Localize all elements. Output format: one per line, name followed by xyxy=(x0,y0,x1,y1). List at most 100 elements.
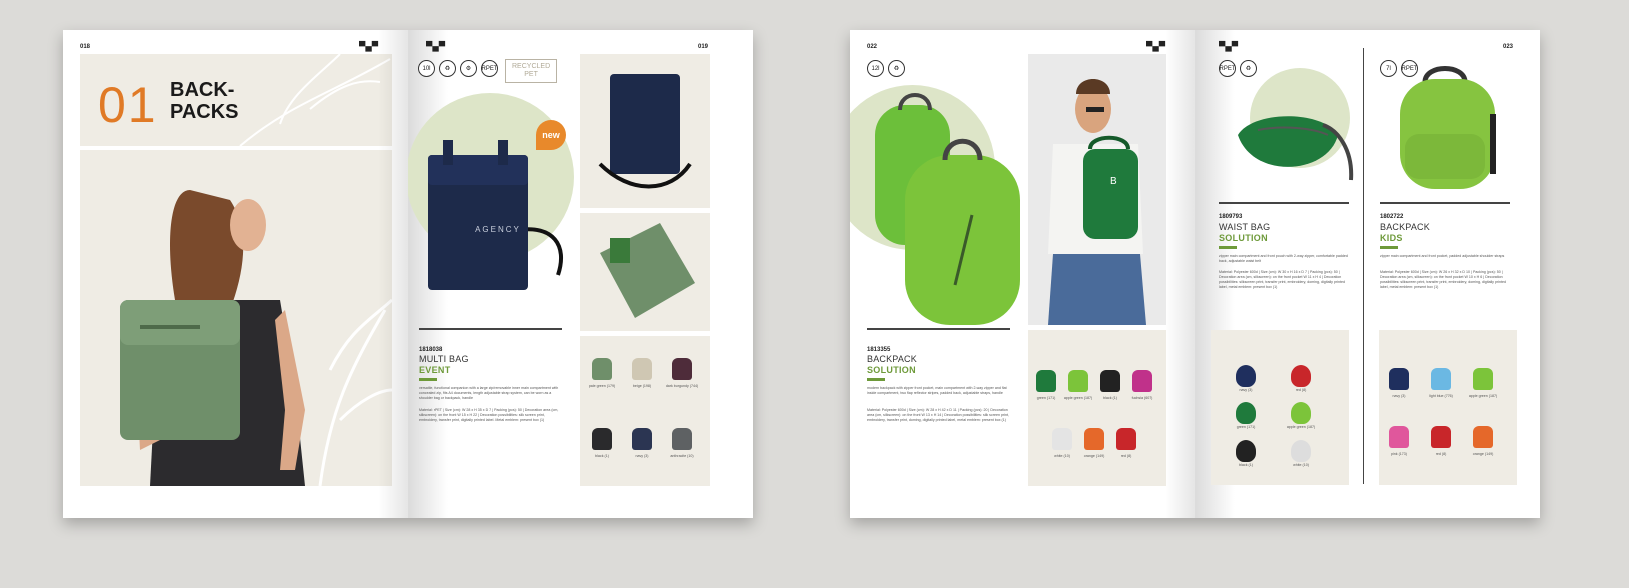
swatch-label: navy (3) xyxy=(635,454,649,458)
swatch-3 xyxy=(1132,370,1152,392)
column-divider xyxy=(1363,48,1364,484)
swatch-label: orange (149) xyxy=(1472,452,1494,456)
feature-icons: 12l ♻ xyxy=(867,60,905,77)
color-swatch-panel-b: navy (3) light blue (776) apple green (1… xyxy=(1379,330,1517,485)
swatch-label: pink (173) xyxy=(1391,452,1407,456)
swatch-1 xyxy=(1068,370,1088,392)
swatch-label: black (1) xyxy=(1239,463,1253,467)
accent-bar xyxy=(1380,246,1398,249)
recycle-icon: ♻ xyxy=(888,60,905,77)
kids-backpack-product-image xyxy=(1400,66,1496,189)
product-specs: Material: rPET | Size (cm): W 28 x H 35 … xyxy=(419,408,559,422)
swatch-label: light blue (776) xyxy=(1429,394,1453,398)
product-description: zipper main compartment and front pocket… xyxy=(1380,254,1505,258)
swatch-3 xyxy=(592,428,612,450)
page-018: 018 ▀▄▀ 01 BACK- PACKS xyxy=(63,30,408,518)
feature-icons: 10l ♻ ⚙ RPET xyxy=(418,60,498,77)
swatch-label: green (171) xyxy=(1236,425,1256,429)
lifestyle-image: B xyxy=(1048,79,1146,325)
swatch-label: white (10) xyxy=(1293,463,1309,467)
swatch-5 xyxy=(1291,440,1311,462)
swatch-0 xyxy=(1236,365,1256,387)
swatch-1 xyxy=(1291,365,1311,387)
product-description: modern backpack with zipper front pocket… xyxy=(867,386,1007,395)
accent-bar xyxy=(1219,246,1237,249)
color-swatch-panel: green (171) apple green (187) black (1) … xyxy=(1028,330,1166,486)
product-name: BACKPACK xyxy=(867,354,917,364)
section-number: 01 xyxy=(98,77,158,133)
swatch-label: black (1) xyxy=(595,454,609,458)
swatch-label: fuchsia (607) xyxy=(1131,396,1153,400)
product-specs: Material: Polyester 600d | Size (cm): W … xyxy=(867,408,1009,422)
volume-icon: 10l xyxy=(418,60,435,77)
brand-logo-icon: ▀▄▀ xyxy=(359,41,379,51)
page-gutter-shadow xyxy=(378,30,408,518)
swatch-label: navy (3) xyxy=(1392,394,1406,398)
brand-logo-icon: ▀▄▀ xyxy=(1219,41,1239,51)
swatch-6 xyxy=(1116,428,1136,450)
product-specs: Material: Polyester 600d | Size (cm): W … xyxy=(1380,270,1506,289)
page-number: 019 xyxy=(698,44,709,50)
page-019: ▀▄▀ 019 10l ♻ ⚙ RPET RECYCLED PET new AG… xyxy=(408,30,753,518)
swatch-2 xyxy=(1100,370,1120,392)
product-subname: SOLUTION xyxy=(867,365,916,375)
product-description: versatile, functional companion with a l… xyxy=(419,386,559,400)
swatch-5 xyxy=(1084,428,1104,450)
catalog-spread-2: 022 ▀▄▀ 12l ♻ B 1813355 BACKPACK SOLUTIO… xyxy=(850,30,1540,518)
swatch-5 xyxy=(672,428,692,450)
swatch-label: dark burgundy (744) xyxy=(665,384,699,388)
recycle-icon: ♻ xyxy=(1240,60,1257,77)
product-divider xyxy=(1219,202,1349,204)
section-title: BACK- PACKS xyxy=(170,79,239,123)
product-detail-photo-2 xyxy=(580,213,710,331)
brand-logo-icon: ▀▄▀ xyxy=(426,41,446,51)
accent-bar xyxy=(419,378,437,381)
section-header: 01 BACK- PACKS xyxy=(80,54,392,146)
color-swatch-panel: pale green (179) beige (198) dark burgun… xyxy=(580,336,710,486)
swatch-0 xyxy=(592,358,612,380)
product-code: 1813355 xyxy=(867,347,891,353)
product-name: WAIST BAG xyxy=(1219,222,1271,232)
product-specs: Material: Polyester 600d | Size (cm): W … xyxy=(1219,270,1345,289)
product-detail-photo-1 xyxy=(580,54,710,208)
volume-icon: 12l xyxy=(867,60,884,77)
product-divider xyxy=(1380,202,1510,204)
rpet-icon: RPET xyxy=(1219,60,1236,77)
swatch-label: beige (198) xyxy=(632,384,652,388)
product-code: 1802722 xyxy=(1380,214,1404,220)
product-divider xyxy=(867,328,1010,330)
swatch-3 xyxy=(1291,402,1311,424)
feature-icons: RPET ♻ xyxy=(1219,60,1257,77)
man-backpack-photo: B xyxy=(1028,54,1166,325)
swatch-label: apple green (187) xyxy=(1286,425,1316,429)
lifestyle-image xyxy=(80,150,392,486)
rpet-icon: RPET xyxy=(481,60,498,77)
page-number: 023 xyxy=(1503,44,1514,50)
svg-text:B: B xyxy=(1110,176,1117,187)
swatch-2 xyxy=(672,358,692,380)
swatch-2 xyxy=(1236,402,1256,424)
page-gutter-shadow xyxy=(1165,30,1195,518)
product-name: MULTI BAG xyxy=(419,354,469,364)
swatch-0 xyxy=(1389,368,1409,390)
swatch-1 xyxy=(632,358,652,380)
swatch-label: red (8) xyxy=(1120,454,1132,458)
page-022: 022 ▀▄▀ 12l ♻ B 1813355 BACKPACK SOLUTIO… xyxy=(850,30,1195,518)
catalog-spread-1: 018 ▀▄▀ 01 BACK- PACKS ▀▄▀ 019 10l ♻ ⚙ R… xyxy=(63,30,753,518)
product-description: zipper main compartment and front pouch … xyxy=(1219,254,1348,263)
swatch-2 xyxy=(1473,368,1493,390)
woman-backpack-photo xyxy=(80,150,392,486)
product-name: BACKPACK xyxy=(1380,222,1430,232)
swatch-label: pale green (179) xyxy=(588,384,616,388)
waist-bag-product-image xyxy=(1238,116,1354,181)
swatch-label: navy (3) xyxy=(1239,388,1253,392)
product-divider xyxy=(419,328,562,330)
page-023: ▀▄▀ 023 RPET ♻ 1809793 WAIST BAG SOLUTIO… xyxy=(1195,30,1540,518)
product-code: 1809793 xyxy=(1219,214,1243,220)
product-subname: EVENT xyxy=(419,365,451,375)
gear-icon: ⚙ xyxy=(460,60,477,77)
brand-logo-icon: ▀▄▀ xyxy=(1146,41,1166,51)
swatch-label: anthracite (10) xyxy=(670,454,694,458)
swatch-label: apple green (187) xyxy=(1468,394,1498,398)
swatch-3 xyxy=(1389,426,1409,448)
